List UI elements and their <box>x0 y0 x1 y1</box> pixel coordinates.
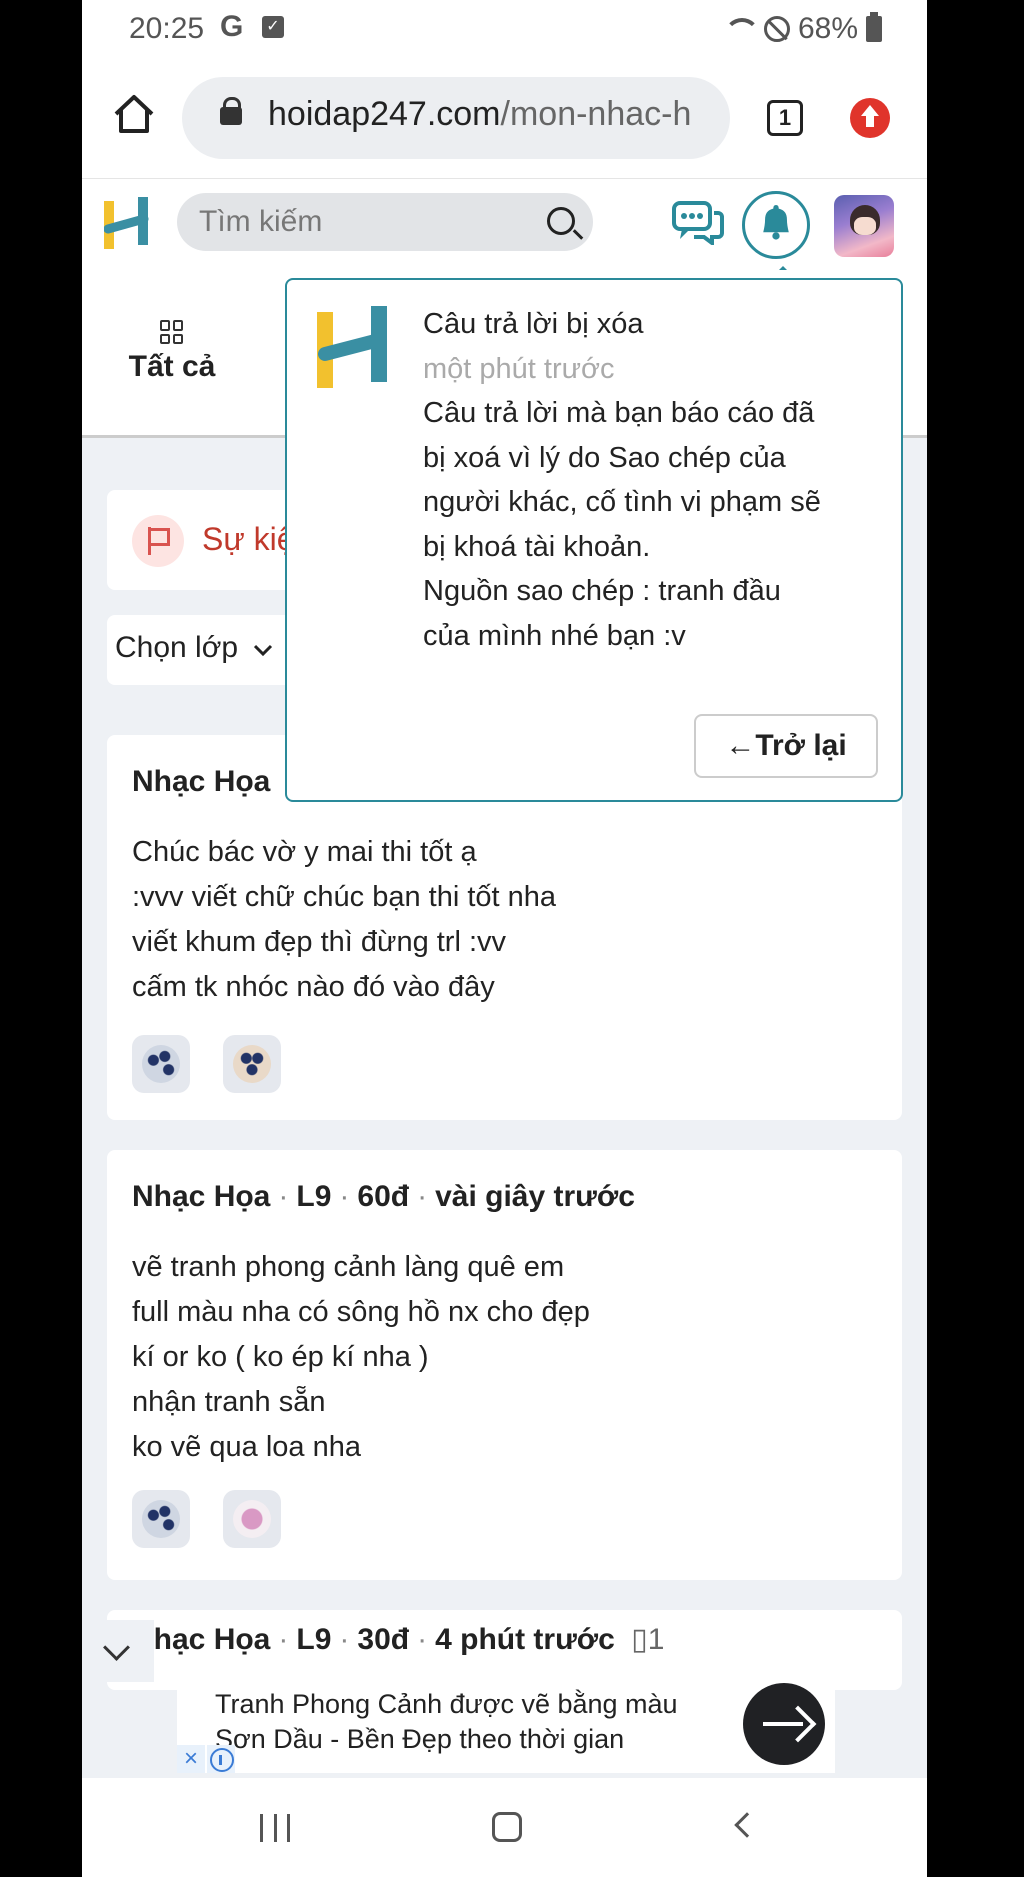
notification-title: Câu trả lời bị xóa <box>423 308 644 340</box>
home-icon[interactable] <box>110 90 158 138</box>
lock-icon <box>220 97 242 125</box>
battery-percent: 68% <box>797 12 858 45</box>
post-line: vẽ tranh phong cảnh làng quê em <box>132 1251 565 1283</box>
post-level: L9 <box>296 1180 332 1213</box>
url-bar[interactable]: hoidap247.com/mon-nhac-h <box>182 77 730 159</box>
post-line: Chúc bác vờ y mai thi tốt ạ <box>132 836 477 868</box>
wifi-icon <box>722 16 760 42</box>
ad-arrow-icon[interactable] <box>743 1683 825 1765</box>
post-time: vài giây trước <box>435 1180 635 1213</box>
hoidap-logo <box>317 306 387 388</box>
tab-switcher-button[interactable]: 1 <box>767 100 803 136</box>
post-body: vẽ tranh phong cảnh làng quê em full màu… <box>132 1245 590 1470</box>
notification-line: Câu trả lời mà bạn báo cáo đã <box>423 397 815 429</box>
notification-line: của mình nhé bạn :v <box>423 619 686 652</box>
flag-icon <box>132 515 184 567</box>
notification-line: người khác, cố tình vi phạm sẽ <box>423 486 821 518</box>
notification-line: bị khoá tài khoản. <box>423 530 651 563</box>
user-avatar[interactable] <box>834 195 894 257</box>
site-header: Tìm kiếm <box>82 178 927 280</box>
ad-banner[interactable]: Tranh Phong Cảnh được vẽ bằng màu Sơn Dầ… <box>177 1673 835 1773</box>
post-body: Chúc bác vờ y mai thi tốt ạ :vvv viết ch… <box>132 830 556 1010</box>
search-input[interactable]: Tìm kiếm <box>177 193 593 251</box>
search-placeholder: Tìm kiếm <box>199 205 323 238</box>
notification-line: Nguồn sao chép : tranh đầu <box>423 575 781 607</box>
phone-screen: 20:25 G ✓ 68% hoidap247.com/mon-nhac-h 1… <box>82 0 927 1877</box>
collapse-chevron-icon[interactable] <box>82 1620 154 1682</box>
post-line: kí or ko ( ko ép kí nha ) <box>132 1341 429 1373</box>
post-line: ko vẽ qua loa nha <box>132 1431 361 1463</box>
post-points: 30đ <box>357 1623 410 1656</box>
home-nav-icon[interactable] <box>492 1812 522 1842</box>
chevron-down-icon <box>254 644 273 657</box>
attachment-icon: ▯ <box>631 1623 648 1656</box>
grid-icon <box>160 320 184 344</box>
back-button[interactable]: ←Trở lại <box>694 714 878 778</box>
post-line: cấm tk nhóc nào đó vào đây <box>132 971 495 1003</box>
status-bar: 20:25 G ✓ 68% <box>82 0 927 60</box>
notification-popover: Câu trả lời bị xóa một phút trước Câu tr… <box>285 278 903 802</box>
google-icon: G <box>220 10 244 43</box>
update-arrow-icon[interactable] <box>850 98 890 138</box>
post-image-thumbnail[interactable] <box>132 1035 190 1093</box>
do-not-disturb-icon <box>763 16 790 42</box>
post-time: 4 phút trước <box>435 1623 615 1656</box>
notification-line: bị xoá vì lý do Sao chép của <box>423 441 786 474</box>
battery-icon <box>866 12 882 42</box>
post-line: full màu nha có sông hồ nx cho đẹp <box>132 1296 590 1328</box>
ad-line: Tranh Phong Cảnh được vẽ bằng màu <box>215 1689 678 1719</box>
notification-content: Câu trả lời bị xóa một phút trước Câu tr… <box>423 302 873 658</box>
ad-line: Sơn Dầu - Bền Đẹp theo thời gian <box>215 1724 625 1754</box>
post-image-thumbnail[interactable] <box>223 1490 281 1548</box>
url-path: /mon-nhac-h <box>500 95 692 133</box>
notification-button[interactable] <box>742 191 810 280</box>
back-nav-icon[interactable] <box>734 1812 760 1838</box>
recent-apps-icon[interactable] <box>260 1814 290 1842</box>
post-meta: Nhạc Họa <box>132 765 270 799</box>
ad-text: Tranh Phong Cảnh được vẽ bằng màu Sơn Dầ… <box>215 1687 678 1757</box>
notification-time: một phút trước <box>423 352 615 385</box>
post-line: nhận tranh sẵn <box>132 1386 326 1418</box>
search-icon[interactable] <box>547 207 575 235</box>
ad-close-icon[interactable]: × <box>177 1745 205 1773</box>
post-meta: Nhạc Họa · L9 · 60đ · vài giây trước <box>132 1180 635 1213</box>
post-points: 60đ <box>357 1180 410 1213</box>
post-author[interactable]: Nhạc Họa <box>132 765 270 798</box>
ad-info-icon[interactable] <box>207 1745 235 1773</box>
category-all-label: Tất cả <box>128 350 216 383</box>
post-meta: Nhạc Họa · L9 · 30đ · 4 phút trước ▯1 <box>132 1623 665 1656</box>
hoidap-logo[interactable] <box>104 197 150 253</box>
chat-icon[interactable] <box>672 201 724 245</box>
attachment-count: 1 <box>647 1623 665 1656</box>
status-right: 68% <box>722 12 882 46</box>
post-author[interactable]: Nhạc Họa <box>132 1180 270 1213</box>
class-select-label: Chọn lớp <box>115 631 239 664</box>
browser-toolbar: hoidap247.com/mon-nhac-h 1 <box>82 60 927 178</box>
url-domain: hoidap247.com <box>268 95 501 133</box>
category-all-tab[interactable]: Tất cả <box>122 320 222 384</box>
post-card[interactable]: Nhạc Họa · L9 · 60đ · vài giây trước vẽ tranh … <box>107 1150 902 1580</box>
bell-icon <box>763 204 789 240</box>
post-level: L9 <box>296 1623 332 1656</box>
post-image-thumbnail[interactable] <box>132 1490 190 1548</box>
checkbox-notification-icon: ✓ <box>262 16 284 38</box>
class-select[interactable]: Chọn lớp <box>107 615 297 685</box>
post-line: viết khum đẹp thì đừng trl :vv <box>132 926 507 958</box>
system-nav-bar <box>82 1778 927 1877</box>
post-line: :vvv viết chữ chúc bạn thi tốt nha <box>132 881 557 913</box>
status-time: 20:25 <box>129 12 205 45</box>
url-text: hoidap247.com/mon-nhac-h <box>268 95 691 134</box>
post-image-thumbnail[interactable] <box>223 1035 281 1093</box>
